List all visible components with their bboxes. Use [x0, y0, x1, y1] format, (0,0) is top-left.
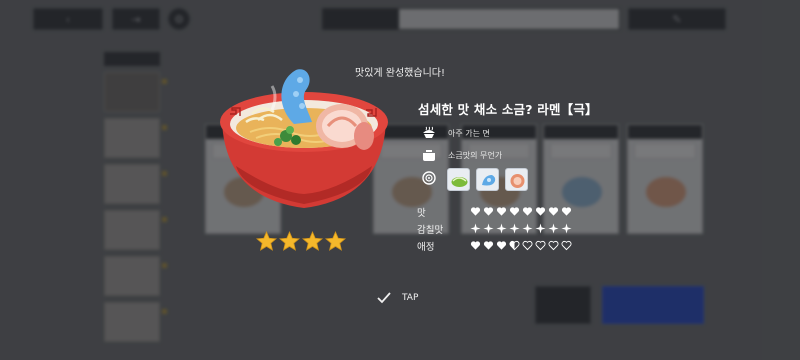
heart-empty-icon	[535, 240, 546, 251]
pot-icon	[423, 150, 435, 161]
sparkle-filled-icon	[483, 223, 494, 234]
heart-filled-icon	[470, 241, 481, 250]
topping-icon	[422, 171, 436, 185]
stat-affection-icons	[470, 240, 572, 251]
ingredient-slot-chashu	[505, 168, 528, 191]
heart-filled-icon	[470, 207, 481, 216]
sparkle-filled-icon	[548, 223, 559, 234]
stat-label-umami: 감칠맛	[417, 225, 444, 236]
sparkle-filled-icon	[496, 223, 507, 234]
sparkle-filled-icon	[509, 223, 520, 234]
check-icon	[377, 292, 391, 304]
dish-name: 섬세한 맛 채소 소금? 라멘【극】	[418, 102, 598, 117]
ingredient-slot-seaweed	[476, 168, 499, 191]
trait-row: 아주 가는 면	[421, 125, 490, 141]
heart-filled-icon	[522, 207, 533, 216]
star-rating	[256, 231, 346, 252]
sparkle-filled-icon	[561, 223, 572, 234]
vegetable-ingredient-icon	[451, 177, 468, 187]
seaweed-ingredient-icon	[482, 175, 496, 186]
star-filled-icon	[256, 231, 277, 251]
heart-filled-icon	[483, 207, 494, 216]
noodle-icon	[423, 126, 435, 138]
stat-umami-icons	[470, 223, 572, 234]
heart-filled-icon	[496, 241, 507, 250]
tap-to-continue[interactable]: TAP	[377, 292, 418, 304]
star-filled-icon	[302, 231, 323, 251]
chashu-ingredient-icon	[510, 174, 525, 188]
heart-filled-icon	[509, 207, 520, 216]
heart-filled-icon	[483, 241, 494, 250]
sparkle-filled-icon	[470, 223, 481, 234]
heart-half-icon	[509, 240, 520, 251]
trait-noodle-text: 아주 가는 면	[448, 128, 490, 138]
stat-label-taste: 맛	[417, 208, 426, 219]
ingredient-slot-vegetable	[447, 168, 470, 191]
trait-row	[421, 170, 448, 186]
dim-overlay[interactable]	[0, 0, 800, 360]
ramen-bowl-image	[220, 69, 388, 208]
sparkle-filled-icon	[535, 223, 546, 234]
heart-filled-icon	[561, 207, 572, 216]
heart-filled-icon	[535, 207, 546, 216]
stat-label-affection: 애정	[417, 242, 435, 253]
heart-empty-icon	[522, 240, 533, 251]
heart-empty-icon	[561, 240, 572, 251]
heart-filled-icon	[496, 207, 507, 216]
trait-soup-text: 소금맛의 무언가	[448, 150, 503, 160]
heart-empty-icon	[548, 240, 559, 251]
trait-row: 소금맛의 무언가	[421, 147, 502, 163]
tap-label: TAP	[402, 293, 419, 303]
heart-filled-icon	[548, 207, 559, 216]
star-filled-icon	[279, 231, 300, 251]
star-filled-icon	[325, 231, 346, 251]
stat-taste-icons	[470, 206, 572, 217]
complete-message: 맛있게 완성했습니다!	[355, 68, 445, 79]
sparkle-filled-icon	[522, 223, 533, 234]
